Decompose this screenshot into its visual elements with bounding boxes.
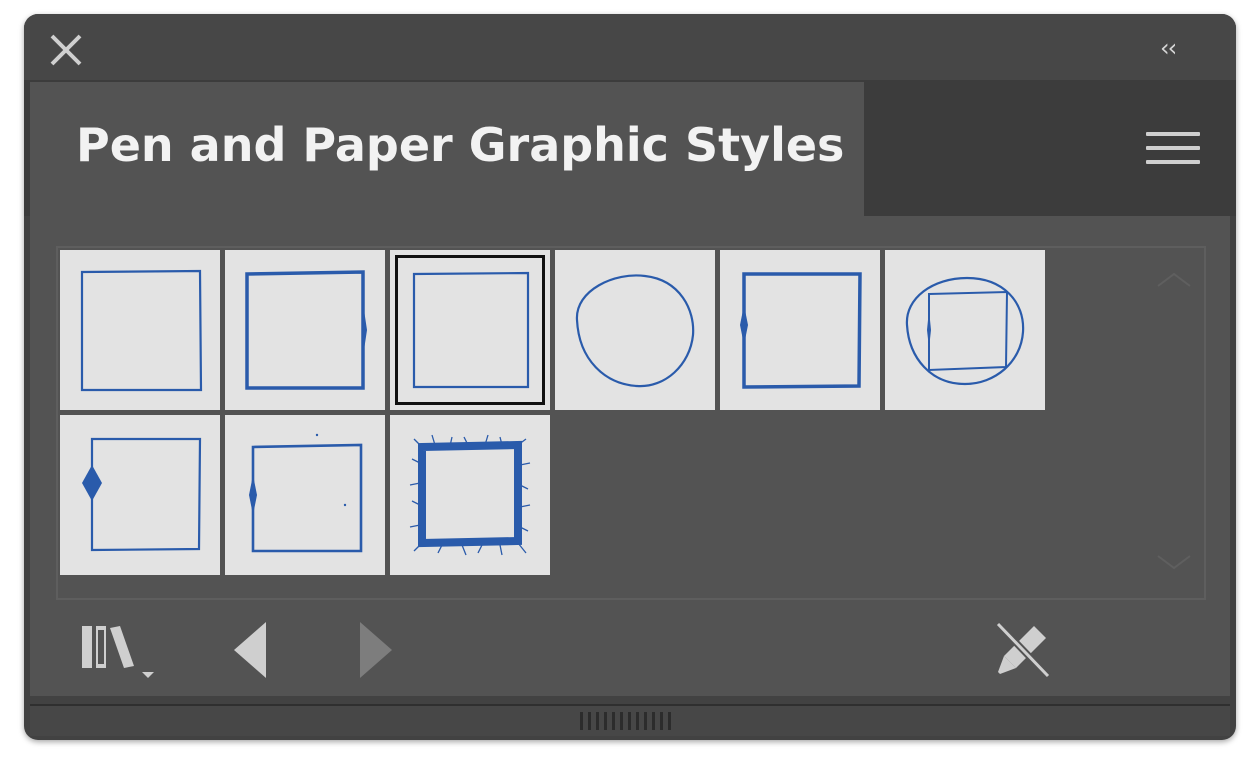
graphic-style-swatch[interactable] <box>60 250 220 410</box>
library-menu-icon[interactable] <box>80 622 162 678</box>
break-link-icon[interactable] <box>990 618 1054 682</box>
styles-body <box>30 216 1230 696</box>
styles-grid <box>56 246 1206 600</box>
previous-library-icon[interactable] <box>230 620 270 680</box>
next-library-icon[interactable] <box>356 620 396 680</box>
graphic-style-swatch[interactable] <box>225 415 385 575</box>
graphic-style-swatch[interactable] <box>225 250 385 410</box>
tab-graphic-styles[interactable]: Pen and Paper Graphic Styles <box>30 82 864 216</box>
scroll-up-icon[interactable] <box>1154 268 1194 290</box>
graphic-style-swatch[interactable] <box>555 250 715 410</box>
graphic-style-swatch[interactable] <box>720 250 880 410</box>
graphic-style-swatch[interactable] <box>390 415 550 575</box>
panel-title: Pen and Paper Graphic Styles <box>76 118 845 172</box>
graphic-style-swatch[interactable] <box>885 250 1045 410</box>
hamburger-menu-icon[interactable] <box>1146 132 1200 172</box>
scroll-down-icon[interactable] <box>1154 552 1194 574</box>
graphic-style-swatch-selected[interactable] <box>390 250 550 410</box>
collapse-panel-button[interactable]: ‹‹ <box>1160 34 1200 62</box>
panel-titlebar: ‹‹ <box>24 14 1236 80</box>
tab-row: Pen and Paper Graphic Styles <box>24 80 1236 216</box>
graphic-style-swatch[interactable] <box>60 415 220 575</box>
resize-grip-icon[interactable] <box>578 710 678 732</box>
close-icon[interactable] <box>46 30 86 70</box>
panel-resize-bar <box>30 704 1230 736</box>
graphic-styles-panel: ‹‹ Pen and Paper Graphic Styles <box>24 14 1236 740</box>
